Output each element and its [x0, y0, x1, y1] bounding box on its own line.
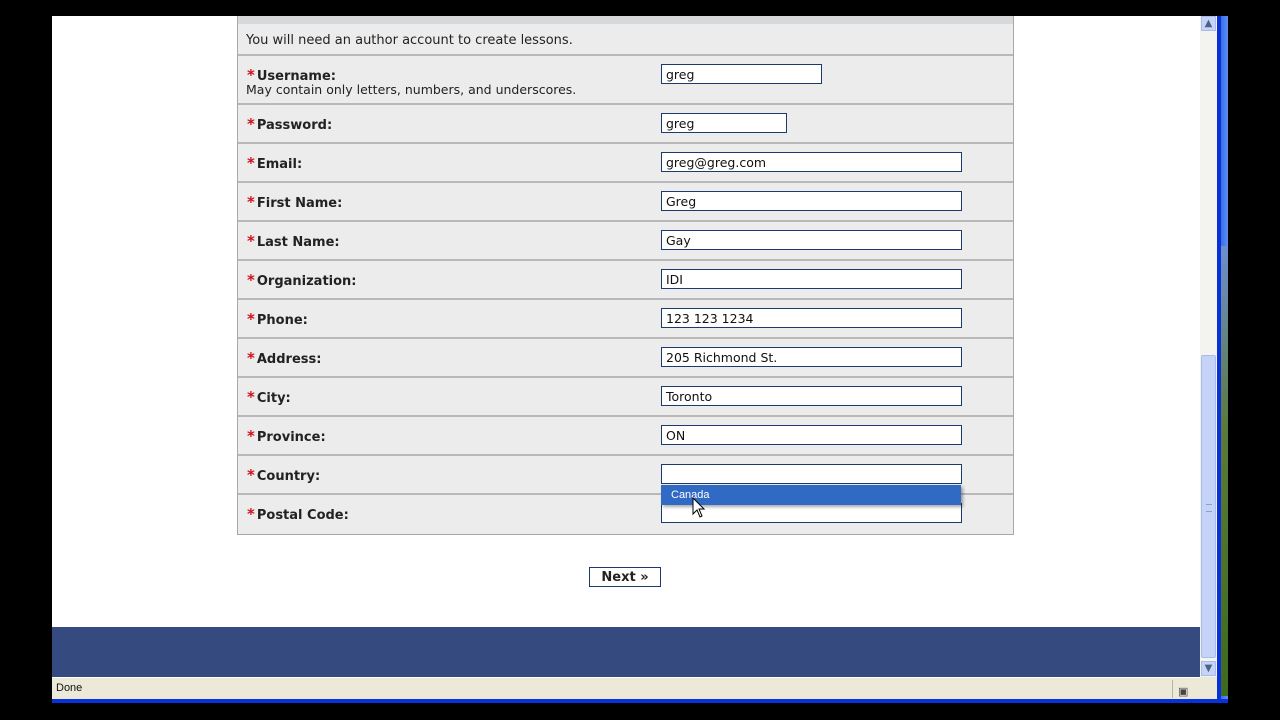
next-button[interactable]: Next » [589, 567, 661, 587]
field-label: Country: [256, 469, 321, 484]
scroll-down-icon[interactable]: ▼ [1201, 661, 1216, 676]
window-border-bottom [52, 699, 1228, 703]
field-row-first-name: * First Name: Greg [238, 183, 1013, 222]
page-footer [52, 627, 1200, 677]
grip-icon [1206, 504, 1212, 512]
status-bar: Done ▣ [52, 677, 1200, 699]
username-hint: May contain only letters, numbers, and u… [246, 82, 577, 97]
browser-viewport: Author Account You will need an author a… [52, 16, 1200, 677]
field-label: Email: [256, 157, 303, 172]
author-account-form: Author Account You will need an author a… [237, 16, 1014, 535]
field-row-last-name: * Last Name: Gay [238, 222, 1013, 261]
organization-input[interactable]: IDI [661, 269, 962, 289]
first-name-input[interactable]: Greg [661, 191, 962, 211]
required-icon: * [247, 466, 255, 484]
scroll-up-icon[interactable]: ▲ [1201, 16, 1216, 31]
required-icon: * [247, 193, 255, 211]
field-row-address: * Address: 205 Richmond St. [238, 339, 1013, 378]
field-label: Postal Code: [256, 508, 349, 523]
province-input[interactable]: ON [661, 425, 962, 445]
email-input[interactable]: greg@greg.com [661, 152, 962, 172]
section-title: Author Account [569, 16, 683, 17]
required-icon: * [247, 310, 255, 328]
field-label: Address: [256, 352, 322, 367]
field-label: City: [256, 391, 291, 406]
field-label: Organization: [256, 274, 357, 289]
postal-code-input[interactable] [661, 503, 962, 523]
password-input[interactable]: greg [661, 113, 787, 133]
field-row-organization: * Organization: IDI [238, 261, 1013, 300]
required-icon: * [247, 427, 255, 445]
mouse-cursor-icon [692, 497, 706, 518]
field-label: First Name: [256, 196, 343, 211]
section-header: Author Account [238, 16, 1013, 24]
field-row-email: * Email: greg@greg.com [238, 144, 1013, 183]
required-icon: * [247, 154, 255, 172]
field-label: Password: [256, 118, 333, 133]
scrollbar-thumb[interactable] [1201, 355, 1216, 658]
status-divider [1172, 680, 1173, 698]
intro-text: You will need an author account to creat… [238, 24, 1013, 56]
field-row-country: * Country: Canada [238, 456, 1013, 505]
field-label: Last Name: [256, 235, 340, 250]
city-input[interactable]: Toronto [661, 386, 962, 406]
field-row-password: * Password: greg [238, 105, 1013, 144]
vertical-scrollbar[interactable]: ▲ ▼ [1200, 16, 1217, 677]
required-icon: * [247, 505, 255, 523]
phone-input[interactable]: 123 123 1234 [661, 308, 962, 328]
required-icon: * [247, 115, 255, 133]
country-option-canada[interactable]: Canada [661, 485, 961, 505]
username-input[interactable]: greg [661, 64, 822, 84]
required-icon: * [247, 388, 255, 406]
field-label: Province: [256, 430, 326, 445]
required-icon: * [247, 349, 255, 367]
field-row-city: * City: Toronto [238, 378, 1013, 417]
field-row-username: * Username: May contain only letters, num… [238, 56, 1013, 105]
required-icon: * [247, 232, 255, 250]
address-input[interactable]: 205 Richmond St. [661, 347, 962, 367]
required-icon: * [247, 271, 255, 289]
resize-grip-icon[interactable] [1200, 677, 1217, 699]
country-select[interactable] [661, 464, 962, 484]
field-row-phone: * Phone: 123 123 1234 [238, 300, 1013, 339]
field-label: Phone: [256, 313, 308, 328]
desktop-wallpaper [1221, 246, 1228, 696]
network-icon: ▣ [1178, 686, 1189, 698]
status-text: Done [56, 682, 83, 694]
window-border [1217, 16, 1228, 703]
last-name-input[interactable]: Gay [661, 230, 962, 250]
field-row-province: * Province: ON [238, 417, 1013, 456]
